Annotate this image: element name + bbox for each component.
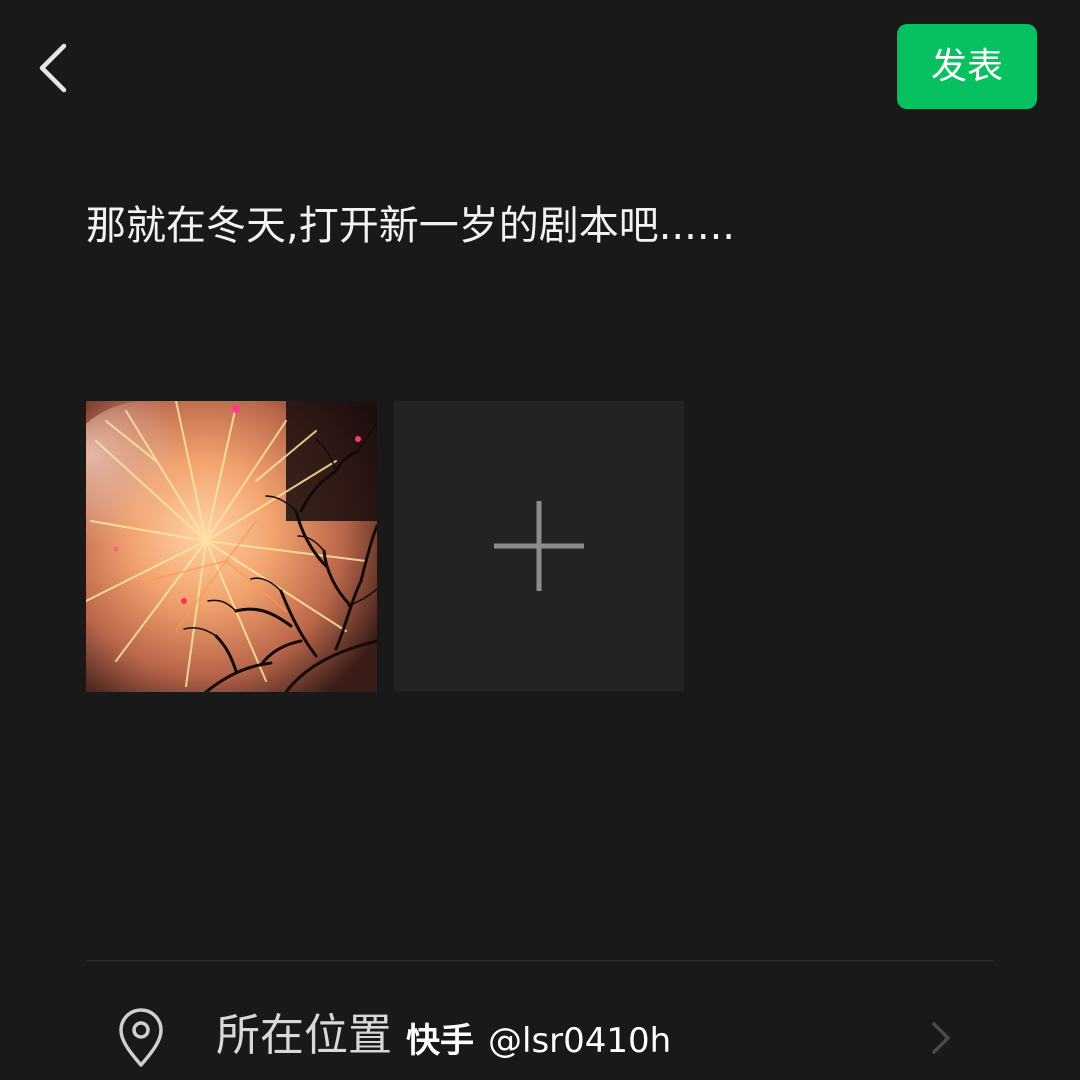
moments-compose-page: 发表 那就在冬天,打开新一岁的剧本吧...... 所在位置 快手 @lsr041… — [0, 0, 1080, 1080]
chevron-right-icon — [932, 1022, 950, 1054]
location-label: 所在位置 — [216, 1010, 392, 1061]
photo-thumbnail[interactable] — [86, 401, 377, 692]
watermark-handle: @lsr0410h — [488, 1021, 672, 1061]
location-pin-icon — [119, 1008, 163, 1067]
post-text-input[interactable]: 那就在冬天,打开新一岁的剧本吧...... — [86, 196, 1046, 256]
add-photo-button[interactable] — [394, 401, 684, 691]
back-button[interactable] — [28, 36, 84, 100]
fireworks-photo — [86, 401, 377, 692]
publish-button[interactable]: 发表 — [897, 24, 1037, 109]
watermark-brand: 快手 — [406, 1021, 474, 1061]
watermark: 快手 @lsr0410h — [406, 1018, 671, 1064]
divider — [86, 960, 994, 961]
plus-icon — [494, 501, 584, 591]
chevron-left-icon — [39, 43, 67, 93]
